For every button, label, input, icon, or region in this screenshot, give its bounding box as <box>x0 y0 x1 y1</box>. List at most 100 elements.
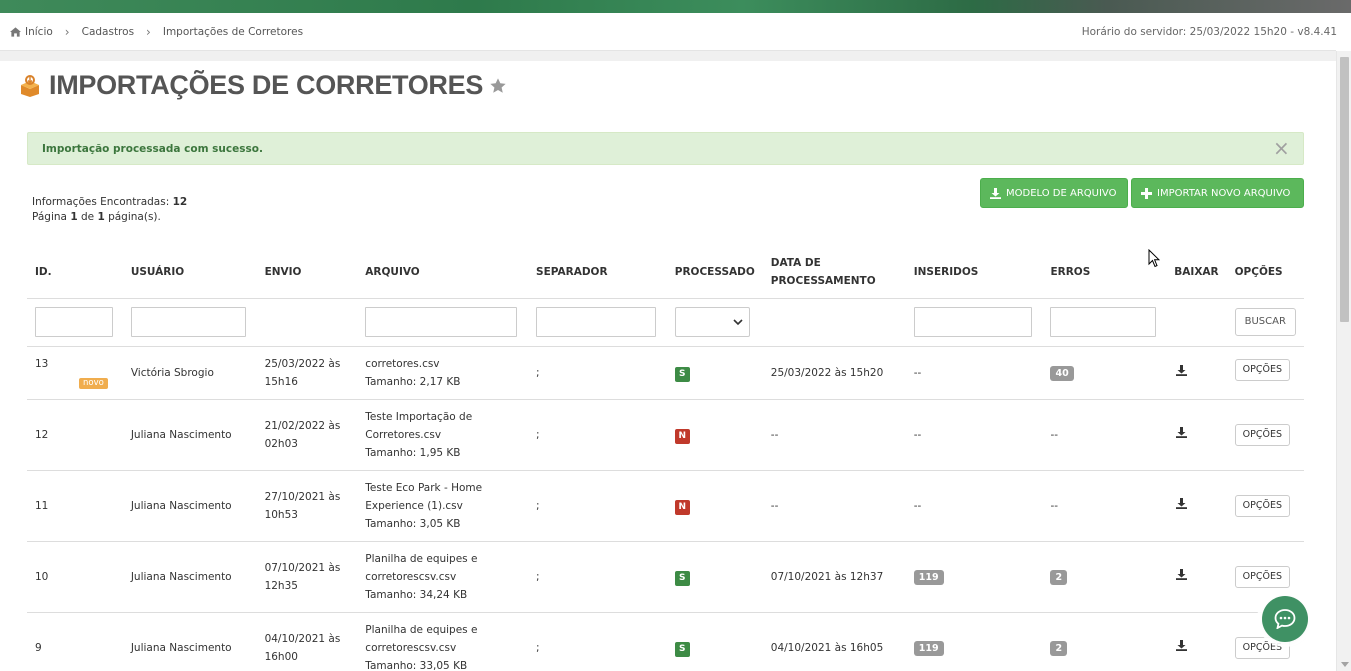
download-icon[interactable] <box>1176 497 1188 509</box>
chat-button[interactable] <box>1262 596 1308 642</box>
row-id: 13 <box>35 357 49 370</box>
row-separador: ; <box>528 541 667 613</box>
filter-arquivo-input[interactable] <box>365 307 518 337</box>
row-erros: -- <box>1042 399 1167 471</box>
close-icon[interactable]: × <box>1273 138 1290 158</box>
row-usuario: Juliana Nascimento <box>122 612 257 671</box>
vertical-scrollbar[interactable] <box>1336 51 1351 671</box>
chevron-right-icon: › <box>64 24 70 39</box>
row-envio: 21/02/2022 às 02h03 <box>256 399 358 471</box>
scrollbar-thumb[interactable] <box>1340 57 1349 322</box>
row-arquivo: Teste Eco Park - Home Experience (1).csv T… <box>357 470 529 542</box>
download-icon[interactable] <box>1176 568 1188 580</box>
server-time: Horário do servidor: 25/03/2022 15h20 - … <box>1081 26 1337 38</box>
table-row: 12 Juliana Nascimento 21/02/2022 às 02h03… <box>27 399 1304 471</box>
breadcrumb-cadastros[interactable]: Cadastros <box>82 26 134 38</box>
row-separador: ; <box>528 346 667 400</box>
col-arquivo[interactable]: ARQUIVO <box>357 246 529 299</box>
table-row: 9 Juliana Nascimento 04/10/2021 às 16h00 … <box>27 612 1304 671</box>
row-separador: ; <box>528 399 667 471</box>
status-badge: S <box>674 641 690 657</box>
inserted-badge[interactable]: 119 <box>913 640 944 656</box>
download-icon[interactable] <box>1176 364 1188 376</box>
row-separador: ; <box>528 612 667 671</box>
breadcrumb-home-label: Início <box>25 25 53 38</box>
results-info: Informações Encontradas: 12 Página 1 de … <box>32 195 187 225</box>
results-count: Informações Encontradas: 12 <box>32 196 188 208</box>
row-id: 12 <box>27 399 123 471</box>
row-data: 04/10/2021 às 16h05 <box>762 612 906 671</box>
header-separator <box>0 51 1336 61</box>
status-badge: S <box>674 570 690 586</box>
breadcrumb-current: Importações de Corretores <box>162 25 304 38</box>
home-icon <box>10 26 21 37</box>
row-arquivo: corretores.csv Tamanho: 2,17 KB <box>357 346 529 400</box>
col-usuario[interactable]: USUÁRIO <box>122 246 257 299</box>
col-opcoes: OPÇÕES <box>1226 246 1304 299</box>
row-arquivo: Teste Importação de Corretores.csv Tamanho… <box>357 399 529 471</box>
table-row: 13 novo Victória Sbrogio 25/03/2022 às 15h… <box>27 346 1304 400</box>
status-badge: N <box>674 428 690 444</box>
row-envio: 07/10/2021 às 12h35 <box>256 541 358 613</box>
options-button[interactable]: OPÇÕES <box>1234 565 1290 588</box>
row-id: 11 <box>27 470 123 542</box>
row-usuario: Juliana Nascimento <box>122 470 257 542</box>
chevron-right-icon: › <box>146 24 151 39</box>
row-erros: -- <box>1042 470 1167 542</box>
row-envio: 27/10/2021 às 10h53 <box>256 470 358 542</box>
inserted-badge[interactable]: 119 <box>913 569 944 585</box>
chevron-down-icon <box>733 319 743 326</box>
row-inseridos: -- <box>905 346 1043 400</box>
row-id: 9 <box>27 612 123 671</box>
col-id[interactable]: ID. <box>27 246 123 299</box>
filter-processado-select[interactable] <box>674 307 750 337</box>
row-data: -- <box>762 399 906 471</box>
pagination-info: Página 1 de 1 página(s). <box>32 211 161 223</box>
col-inseridos[interactable]: INSERIDOS <box>905 246 1043 299</box>
table-header-row: ID. USUÁRIO ENVIO ARQUIVO SEPARADOR PROC… <box>27 246 1304 299</box>
star-icon[interactable] <box>489 77 507 95</box>
page-title: IMPORTAÇÕES DE CORRETORES <box>49 70 484 100</box>
filter-erros-input[interactable] <box>1050 307 1157 337</box>
row-envio: 25/03/2022 às 15h16 <box>256 346 358 400</box>
new-badge: novo <box>79 377 108 389</box>
import-new-file-button[interactable]: IMPORTAR NOVO ARQUIVO <box>1131 178 1304 208</box>
filter-separador-input[interactable] <box>536 307 657 337</box>
row-data: -- <box>762 470 906 542</box>
col-data-processamento[interactable]: DATA DE PROCESSAMENTO <box>762 246 906 299</box>
options-button[interactable]: OPÇÕES <box>1234 358 1290 381</box>
table-row: 11 Juliana Nascimento 27/10/2021 às 10h53… <box>27 470 1304 542</box>
filter-usuario-input[interactable] <box>130 307 246 337</box>
col-separador[interactable]: SEPARADOR <box>528 246 667 299</box>
row-inseridos: -- <box>905 470 1043 542</box>
download-template-button[interactable]: MODELO DE ARQUIVO <box>980 178 1128 208</box>
scroll-down-arrow-icon[interactable] <box>1341 662 1349 667</box>
download-icon <box>990 187 1001 199</box>
status-badge: S <box>674 366 690 382</box>
col-processado[interactable]: PROCESSADO <box>666 246 763 299</box>
errors-badge[interactable]: 2 <box>1050 640 1068 656</box>
row-usuario: Victória Sbrogio <box>122 346 257 400</box>
download-icon[interactable] <box>1176 426 1188 438</box>
chat-bubble-icon <box>1274 609 1296 629</box>
errors-badge[interactable]: 40 <box>1050 365 1074 381</box>
col-envio[interactable]: ENVIO <box>256 246 358 299</box>
errors-badge[interactable]: 2 <box>1050 569 1068 585</box>
row-data: 25/03/2022 às 15h20 <box>762 346 906 400</box>
filter-inseridos-input[interactable] <box>913 307 1032 337</box>
row-usuario: Juliana Nascimento <box>122 399 257 471</box>
col-baixar: BAIXAR <box>1166 246 1227 299</box>
options-button[interactable]: OPÇÕES <box>1234 423 1290 446</box>
download-icon[interactable] <box>1176 639 1188 651</box>
filter-id-input[interactable] <box>35 307 113 337</box>
import-box-icon <box>21 74 39 97</box>
success-alert: Importação processada com sucesso. × <box>27 132 1304 165</box>
mouse-cursor-icon <box>1148 249 1160 268</box>
alert-message: Importação processada com sucesso. <box>42 142 263 155</box>
plus-icon <box>1141 187 1152 199</box>
search-button[interactable]: BUSCAR <box>1234 308 1296 336</box>
breadcrumb-home[interactable]: Início <box>10 26 53 38</box>
table-row: 10 Juliana Nascimento 07/10/2021 às 12h35… <box>27 541 1304 613</box>
options-button[interactable]: OPÇÕES <box>1234 494 1290 517</box>
row-arquivo: Planilha de equipes e corretorescsv.csv Ta… <box>357 612 529 671</box>
